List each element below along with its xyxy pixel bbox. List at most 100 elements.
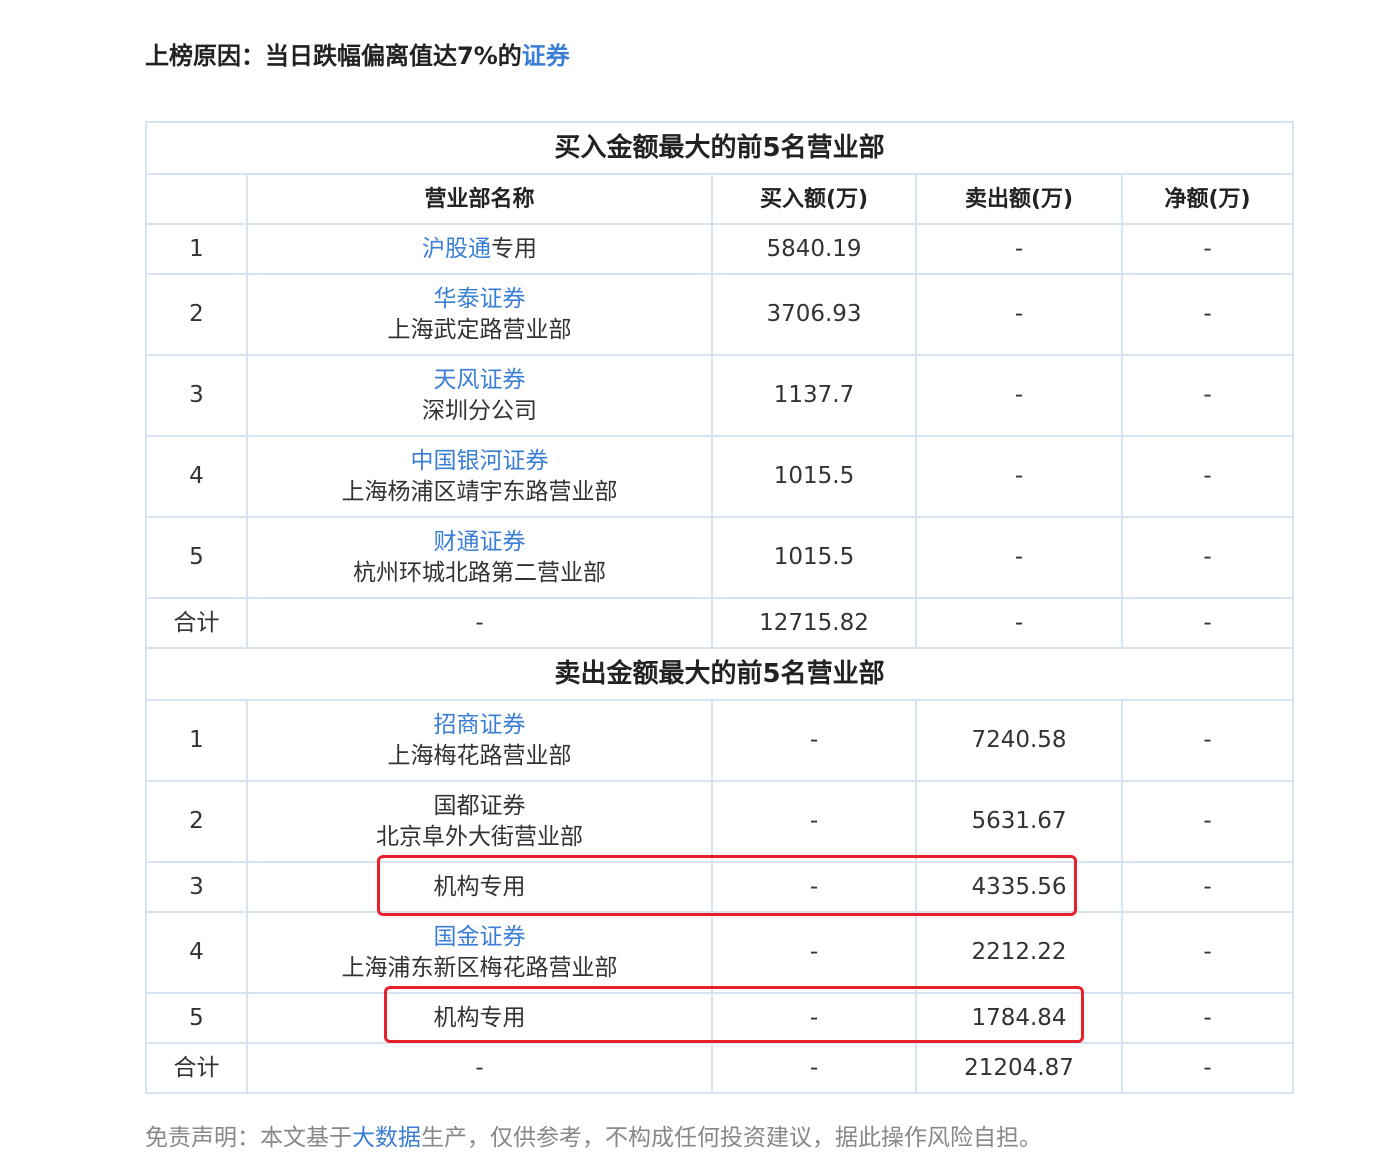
rank: 1 bbox=[145, 223, 248, 275]
total-label: 合计 bbox=[145, 1042, 248, 1094]
department-name: 华泰证券 上海武定路营业部 bbox=[246, 273, 713, 356]
buy-amount: 1015.5 bbox=[711, 435, 917, 518]
broker-link[interactable]: 国金证券 bbox=[248, 922, 711, 953]
table-header-row: 营业部名称 买入额(万) 卖出额(万) 净额(万) bbox=[145, 173, 1295, 225]
sell-row-2: 2 国都证券北京阜外大街营业部 - 5631.67 - bbox=[145, 780, 1295, 863]
branch-name: 上海浦东新区梅花路营业部 bbox=[341, 954, 618, 981]
total-buy-amount: - bbox=[711, 1042, 917, 1094]
rank: 5 bbox=[145, 992, 248, 1044]
broker-link[interactable]: 招商证券 bbox=[248, 710, 711, 741]
institution-name: 机构专用 bbox=[433, 1004, 526, 1031]
net-amount: - bbox=[1120, 223, 1295, 275]
buy-amount: - bbox=[711, 699, 917, 782]
list-reason: 上榜原因：当日跌幅偏离值达7%的证券 bbox=[145, 36, 570, 71]
header-rank bbox=[145, 173, 248, 225]
total-label: 合计 bbox=[145, 597, 248, 649]
rank: 2 bbox=[145, 780, 248, 863]
rank: 3 bbox=[145, 861, 248, 913]
sell-amount: - bbox=[915, 273, 1123, 356]
sell-amount: 1784.84 bbox=[915, 992, 1123, 1044]
broker-name: 国都证券 bbox=[433, 792, 526, 819]
sell-row-1: 1 招商证券 上海梅花路营业部 - 7240.58 - bbox=[145, 699, 1295, 782]
sell-section-title-row: 卖出金额最大的前5名营业部 bbox=[144, 647, 1295, 701]
broker-link[interactable]: 华泰证券 bbox=[248, 284, 711, 315]
department-suffix: 专用 bbox=[491, 235, 537, 262]
big-data-link[interactable]: 大数据 bbox=[352, 1125, 421, 1151]
buy-row-1: 1 沪股通专用 5840.19 - - bbox=[145, 223, 1295, 275]
rank: 3 bbox=[145, 354, 248, 437]
buy-amount: - bbox=[711, 780, 917, 863]
buy-row-4: 4 中国银河证券 上海杨浦区靖宇东路营业部 1015.5 - - bbox=[145, 435, 1295, 518]
department-name: 机构专用 bbox=[246, 992, 713, 1044]
department-name: 国金证券 上海浦东新区梅花路营业部 bbox=[246, 911, 713, 994]
net-amount: - bbox=[1120, 354, 1295, 437]
net-amount: - bbox=[1120, 435, 1295, 518]
header-net-amount: 净额(万) bbox=[1120, 173, 1295, 225]
broker-link[interactable]: 沪股通 bbox=[422, 236, 491, 262]
sell-amount: 5631.67 bbox=[915, 780, 1123, 863]
total-sell-amount: 21204.87 bbox=[915, 1042, 1123, 1094]
department-name: 机构专用 bbox=[246, 861, 713, 913]
sell-amount: 4335.56 bbox=[915, 861, 1123, 913]
buy-row-5: 5 财通证券 杭州环城北路第二营业部 1015.5 - - bbox=[145, 516, 1295, 599]
buy-amount: - bbox=[711, 992, 917, 1044]
reason-text: 上榜原因：当日跌幅偏离值达7%的 bbox=[145, 42, 522, 70]
net-amount: - bbox=[1120, 911, 1295, 994]
sell-amount: 2212.22 bbox=[915, 911, 1123, 994]
buy-row-3: 3 天风证券 深圳分公司 1137.7 - - bbox=[145, 354, 1295, 437]
rank: 2 bbox=[145, 273, 248, 356]
rank: 4 bbox=[145, 911, 248, 994]
broker-link[interactable]: 中国银河证券 bbox=[248, 446, 711, 477]
branch-name: 杭州环城北路第二营业部 bbox=[353, 559, 606, 586]
department-name: 招商证券 上海梅花路营业部 bbox=[246, 699, 713, 782]
sell-row-3: 3 机构专用 - 4335.56 - bbox=[145, 861, 1295, 913]
department-name: 财通证券 杭州环城北路第二营业部 bbox=[246, 516, 713, 599]
total-name: - bbox=[246, 597, 713, 649]
total-net-amount: - bbox=[1120, 597, 1295, 649]
department-name: 沪股通专用 bbox=[246, 223, 713, 275]
sell-row-5: 5 机构专用 - 1784.84 - bbox=[145, 992, 1295, 1044]
net-amount: - bbox=[1120, 861, 1295, 913]
total-sell-amount: - bbox=[915, 597, 1123, 649]
sell-total-row: 合计 - - 21204.87 - bbox=[145, 1042, 1295, 1094]
broker-link[interactable]: 天风证券 bbox=[248, 365, 711, 396]
rank: 1 bbox=[145, 699, 248, 782]
header-buy-amount: 买入额(万) bbox=[711, 173, 917, 225]
disclaimer-suffix: 生产，仅供参考，不构成任何投资建议，据此操作风险自担。 bbox=[421, 1125, 1042, 1151]
total-net-amount: - bbox=[1120, 1042, 1295, 1094]
broker-link[interactable]: 财通证券 bbox=[248, 527, 711, 558]
institution-name: 机构专用 bbox=[433, 873, 526, 900]
trading-department-table: 买入金额最大的前5名营业部 营业部名称 买入额(万) 卖出额(万) 净额(万) … bbox=[144, 121, 1295, 1094]
branch-name: 北京阜外大街营业部 bbox=[376, 823, 583, 850]
branch-name: 上海杨浦区靖宇东路营业部 bbox=[341, 478, 618, 505]
buy-amount: 1137.7 bbox=[711, 354, 917, 437]
department-name: 天风证券 深圳分公司 bbox=[246, 354, 713, 437]
department-name: 国都证券北京阜外大街营业部 bbox=[246, 780, 713, 863]
sell-row-4: 4 国金证券 上海浦东新区梅花路营业部 - 2212.22 - bbox=[145, 911, 1295, 994]
buy-amount: - bbox=[711, 861, 917, 913]
securities-link[interactable]: 证券 bbox=[522, 42, 570, 70]
total-name: - bbox=[246, 1042, 713, 1094]
buy-amount: - bbox=[711, 911, 917, 994]
buy-section-title-row: 买入金额最大的前5名营业部 bbox=[144, 121, 1295, 175]
rank: 4 bbox=[145, 435, 248, 518]
net-amount: - bbox=[1120, 699, 1295, 782]
header-sell-amount: 卖出额(万) bbox=[915, 173, 1123, 225]
sell-amount: - bbox=[915, 516, 1123, 599]
disclaimer: 免责声明：本文基于大数据生产，仅供参考，不构成任何投资建议，据此操作风险自担。 bbox=[145, 1118, 1042, 1152]
branch-name: 上海梅花路营业部 bbox=[387, 742, 572, 769]
buy-amount: 5840.19 bbox=[711, 223, 917, 275]
department-name: 中国银河证券 上海杨浦区靖宇东路营业部 bbox=[246, 435, 713, 518]
branch-name: 上海武定路营业部 bbox=[387, 316, 572, 343]
buy-row-2: 2 华泰证券 上海武定路营业部 3706.93 - - bbox=[145, 273, 1295, 356]
disclaimer-prefix: 免责声明：本文基于 bbox=[145, 1125, 352, 1151]
rank: 5 bbox=[145, 516, 248, 599]
sell-amount: - bbox=[915, 354, 1123, 437]
buy-amount: 1015.5 bbox=[711, 516, 917, 599]
sell-amount: 7240.58 bbox=[915, 699, 1123, 782]
buy-total-row: 合计 - 12715.82 - - bbox=[145, 597, 1295, 649]
buy-amount: 3706.93 bbox=[711, 273, 917, 356]
net-amount: - bbox=[1120, 992, 1295, 1044]
net-amount: - bbox=[1120, 780, 1295, 863]
net-amount: - bbox=[1120, 273, 1295, 356]
